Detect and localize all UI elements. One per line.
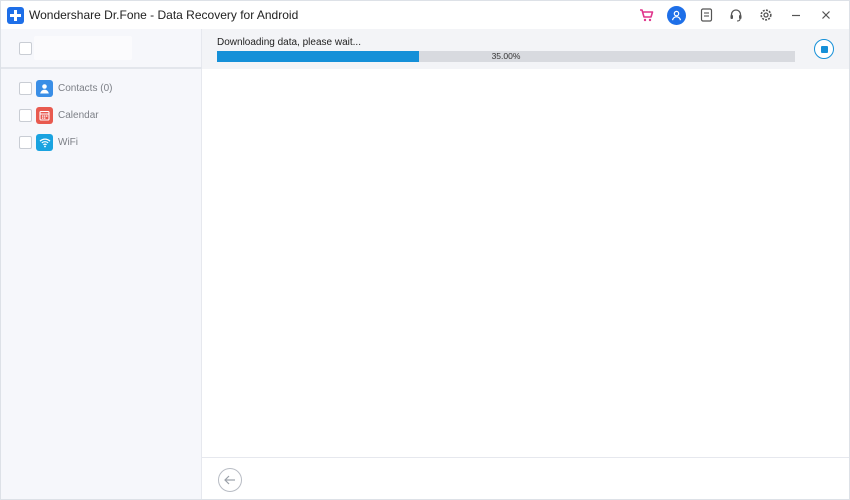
settings-button[interactable] <box>751 1 781 29</box>
sidebar-item-label: Calendar <box>58 110 99 121</box>
progress-message: Downloading data, please wait... <box>217 37 361 48</box>
account-icon <box>666 5 686 25</box>
footer-bar <box>202 457 849 499</box>
wifi-checkbox[interactable] <box>19 136 32 149</box>
results-area <box>202 69 849 457</box>
progress-percent: 35.00% <box>491 51 521 61</box>
select-all-checkbox[interactable] <box>19 42 32 55</box>
wifi-icon <box>36 134 53 151</box>
category-list: Contacts (0) Calendar WiFi <box>1 75 202 156</box>
progress-bar: 35.00% <box>217 51 795 62</box>
sidebar-item-wifi[interactable]: WiFi <box>1 129 202 156</box>
back-arrow-icon <box>224 475 235 485</box>
contacts-checkbox[interactable] <box>19 82 32 95</box>
app-logo-icon <box>7 6 24 24</box>
account-button[interactable] <box>661 1 691 29</box>
feedback-icon <box>700 8 712 22</box>
sidebar-item-calendar[interactable]: Calendar <box>1 102 202 129</box>
feedback-button[interactable] <box>691 1 721 29</box>
support-button[interactable] <box>721 1 751 29</box>
stop-icon <box>820 45 828 53</box>
app-window: Wondershare Dr.Fone - Data Recovery for … <box>0 0 850 500</box>
settings-icon <box>760 9 772 21</box>
minimize-button[interactable] <box>781 1 811 29</box>
back-button[interactable] <box>218 468 242 492</box>
close-button[interactable] <box>811 1 841 29</box>
select-all-field <box>34 36 132 60</box>
calendar-checkbox[interactable] <box>19 109 32 122</box>
title-actions <box>631 1 841 29</box>
minimize-icon <box>792 14 800 17</box>
cart-button[interactable] <box>631 1 661 29</box>
sidebar-item-label: WiFi <box>58 137 78 148</box>
sidebar-item-contacts[interactable]: Contacts (0) <box>1 75 202 102</box>
sidebar: Contacts (0) Calendar WiFi <box>1 29 202 499</box>
stop-button[interactable] <box>814 39 834 59</box>
close-icon <box>822 11 830 19</box>
cart-icon <box>639 9 653 22</box>
app-title: Wondershare Dr.Fone - Data Recovery for … <box>29 8 299 22</box>
support-icon <box>730 9 742 22</box>
contacts-icon <box>36 80 53 97</box>
progress-panel: Downloading data, please wait... 35.00% <box>202 29 849 69</box>
calendar-icon <box>36 107 53 124</box>
title-bar: Wondershare Dr.Fone - Data Recovery for … <box>1 1 849 29</box>
sidebar-item-label: Contacts (0) <box>58 83 113 94</box>
select-all-row <box>1 29 202 69</box>
